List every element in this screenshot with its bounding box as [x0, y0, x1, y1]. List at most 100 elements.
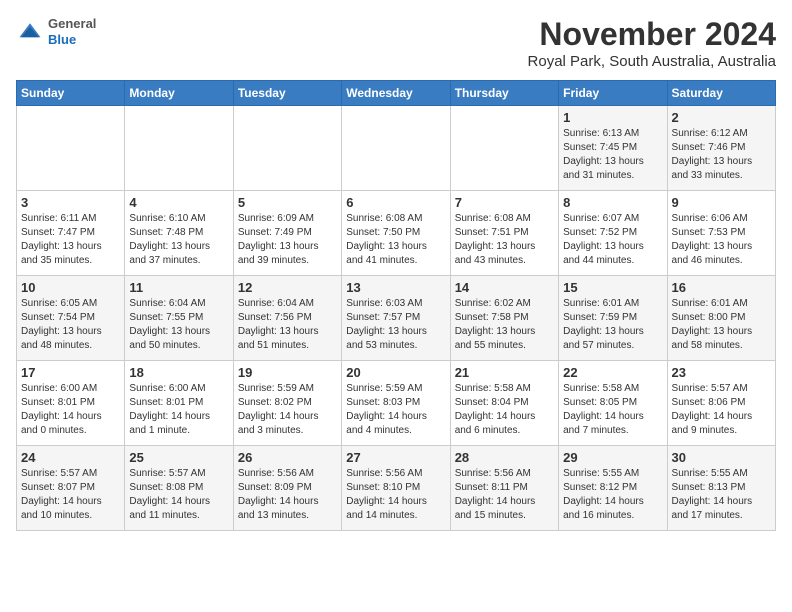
- calendar-cell: 24Sunrise: 5:57 AM Sunset: 8:07 PM Dayli…: [17, 446, 125, 531]
- calendar-cell: 28 Sunrise: 5:56 AM Sunset: 8:11 PM Dayli…: [450, 446, 558, 531]
- calendar-cell: 14 Sunrise: 6:02 AM Sunset: 7:58 PM Dayli…: [450, 276, 558, 361]
- day-info: Sunrise: 6:10 AM Sunset: 7:48 PM Dayligh…: [129, 212, 228, 268]
- weekday-header-monday: Monday: [125, 81, 233, 106]
- day-info: Sunrise: 6:07 AM Sunset: 7:52 PM Dayligh…: [563, 212, 662, 268]
- calendar-cell: [342, 106, 450, 191]
- day-info: Sunrise: 6:01 AM Sunset: 7:59 PM Dayligh…: [563, 297, 662, 353]
- day-info: Sunrise: 5:55 AM Sunset: 8:12 PM Dayligh…: [563, 467, 662, 523]
- title-section: November 2024 Royal Park, South Australi…: [528, 16, 776, 70]
- calendar-cell: 7Sunrise: 6:08 AM Sunset: 7:51 PM Daylig…: [450, 191, 558, 276]
- day-number: 21: [455, 365, 554, 380]
- day-number: 13: [346, 280, 445, 295]
- calendar-cell: [125, 106, 233, 191]
- day-number: 11: [129, 280, 228, 295]
- calendar-cell: 13 Sunrise: 6:03 AM Sunset: 7:57 PM Dayli…: [342, 276, 450, 361]
- day-info: Sunrise: 5:59 AM Sunset: 8:03 PM Dayligh…: [346, 382, 445, 438]
- day-info: Sunrise: 6:02 AM Sunset: 7:58 PM Dayligh…: [455, 297, 554, 353]
- day-number: 15: [563, 280, 662, 295]
- day-info: Sunrise: 6:00 AM Sunset: 8:01 PM Dayligh…: [21, 382, 120, 438]
- calendar-week-1: 1 Sunrise: 6:13 AM Sunset: 7:45 PM Daylig…: [17, 106, 776, 191]
- calendar-cell: 16Sunrise: 6:01 AM Sunset: 8:00 PM Dayli…: [667, 276, 775, 361]
- day-number: 9: [672, 195, 771, 210]
- calendar-cell: [17, 106, 125, 191]
- day-number: 18: [129, 365, 228, 380]
- calendar-cell: 21 Sunrise: 5:58 AM Sunset: 8:04 PM Dayli…: [450, 361, 558, 446]
- month-year-title: November 2024: [528, 16, 776, 53]
- weekday-header-sunday: Sunday: [17, 81, 125, 106]
- day-number: 20: [346, 365, 445, 380]
- calendar-cell: [450, 106, 558, 191]
- calendar-cell: 12 Sunrise: 6:04 AM Sunset: 7:56 PM Dayli…: [233, 276, 341, 361]
- page-header: General Blue November 2024 Royal Park, S…: [16, 16, 776, 70]
- day-number: 8: [563, 195, 662, 210]
- calendar-cell: 23 Sunrise: 5:57 AM Sunset: 8:06 PM Dayli…: [667, 361, 775, 446]
- day-info: Sunrise: 6:05 AM Sunset: 7:54 PM Dayligh…: [21, 297, 120, 353]
- day-info: Sunrise: 6:04 AM Sunset: 7:55 PM Dayligh…: [129, 297, 228, 353]
- calendar-cell: 15 Sunrise: 6:01 AM Sunset: 7:59 PM Dayli…: [559, 276, 667, 361]
- day-info: Sunrise: 6:12 AM Sunset: 7:46 PM Dayligh…: [672, 127, 771, 183]
- calendar-cell: 3Sunrise: 6:11 AM Sunset: 7:47 PM Daylig…: [17, 191, 125, 276]
- day-number: 12: [238, 280, 337, 295]
- day-info: Sunrise: 5:58 AM Sunset: 8:05 PM Dayligh…: [563, 382, 662, 438]
- day-number: 19: [238, 365, 337, 380]
- day-number: 23: [672, 365, 771, 380]
- logo: General Blue: [16, 16, 96, 47]
- day-info: Sunrise: 5:56 AM Sunset: 8:09 PM Dayligh…: [238, 467, 337, 523]
- day-info: Sunrise: 6:08 AM Sunset: 7:51 PM Dayligh…: [455, 212, 554, 268]
- day-number: 5: [238, 195, 337, 210]
- day-info: Sunrise: 6:09 AM Sunset: 7:49 PM Dayligh…: [238, 212, 337, 268]
- day-info: Sunrise: 6:00 AM Sunset: 8:01 PM Dayligh…: [129, 382, 228, 438]
- calendar-cell: 8 Sunrise: 6:07 AM Sunset: 7:52 PM Daylig…: [559, 191, 667, 276]
- day-number: 26: [238, 450, 337, 465]
- calendar-cell: 22 Sunrise: 5:58 AM Sunset: 8:05 PM Dayli…: [559, 361, 667, 446]
- calendar-week-4: 17Sunrise: 6:00 AM Sunset: 8:01 PM Dayli…: [17, 361, 776, 446]
- day-number: 27: [346, 450, 445, 465]
- logo-icon: [16, 18, 44, 46]
- location-subtitle: Royal Park, South Australia, Australia: [528, 53, 776, 70]
- day-info: Sunrise: 5:56 AM Sunset: 8:11 PM Dayligh…: [455, 467, 554, 523]
- day-info: Sunrise: 6:01 AM Sunset: 8:00 PM Dayligh…: [672, 297, 771, 353]
- day-number: 14: [455, 280, 554, 295]
- day-info: Sunrise: 6:13 AM Sunset: 7:45 PM Dayligh…: [563, 127, 662, 183]
- day-number: 22: [563, 365, 662, 380]
- calendar-cell: 26 Sunrise: 5:56 AM Sunset: 8:09 PM Dayli…: [233, 446, 341, 531]
- calendar-cell: 17Sunrise: 6:00 AM Sunset: 8:01 PM Dayli…: [17, 361, 125, 446]
- day-info: Sunrise: 5:57 AM Sunset: 8:06 PM Dayligh…: [672, 382, 771, 438]
- day-number: 25: [129, 450, 228, 465]
- calendar-cell: 6Sunrise: 6:08 AM Sunset: 7:50 PM Daylig…: [342, 191, 450, 276]
- day-number: 29: [563, 450, 662, 465]
- calendar-cell: 25Sunrise: 5:57 AM Sunset: 8:08 PM Dayli…: [125, 446, 233, 531]
- day-number: 28: [455, 450, 554, 465]
- day-number: 1: [563, 110, 662, 125]
- calendar-cell: 2 Sunrise: 6:12 AM Sunset: 7:46 PM Daylig…: [667, 106, 775, 191]
- day-info: Sunrise: 6:03 AM Sunset: 7:57 PM Dayligh…: [346, 297, 445, 353]
- calendar-cell: 1 Sunrise: 6:13 AM Sunset: 7:45 PM Daylig…: [559, 106, 667, 191]
- day-info: Sunrise: 5:59 AM Sunset: 8:02 PM Dayligh…: [238, 382, 337, 438]
- calendar-week-3: 10 Sunrise: 6:05 AM Sunset: 7:54 PM Dayli…: [17, 276, 776, 361]
- day-info: Sunrise: 5:55 AM Sunset: 8:13 PM Dayligh…: [672, 467, 771, 523]
- calendar-cell: 30 Sunrise: 5:55 AM Sunset: 8:13 PM Dayli…: [667, 446, 775, 531]
- day-info: Sunrise: 6:04 AM Sunset: 7:56 PM Dayligh…: [238, 297, 337, 353]
- weekday-header-tuesday: Tuesday: [233, 81, 341, 106]
- logo-text: General Blue: [48, 16, 96, 47]
- day-info: Sunrise: 5:57 AM Sunset: 8:07 PM Dayligh…: [21, 467, 120, 523]
- calendar-cell: 4Sunrise: 6:10 AM Sunset: 7:48 PM Daylig…: [125, 191, 233, 276]
- calendar-cell: 9 Sunrise: 6:06 AM Sunset: 7:53 PM Daylig…: [667, 191, 775, 276]
- day-info: Sunrise: 6:06 AM Sunset: 7:53 PM Dayligh…: [672, 212, 771, 268]
- calendar-body: 1 Sunrise: 6:13 AM Sunset: 7:45 PM Daylig…: [17, 106, 776, 531]
- weekday-header-friday: Friday: [559, 81, 667, 106]
- calendar-week-2: 3Sunrise: 6:11 AM Sunset: 7:47 PM Daylig…: [17, 191, 776, 276]
- calendar-cell: 19 Sunrise: 5:59 AM Sunset: 8:02 PM Dayli…: [233, 361, 341, 446]
- calendar-cell: [233, 106, 341, 191]
- day-number: 30: [672, 450, 771, 465]
- calendar-header: SundayMondayTuesdayWednesdayThursdayFrid…: [17, 81, 776, 106]
- calendar-week-5: 24Sunrise: 5:57 AM Sunset: 8:07 PM Dayli…: [17, 446, 776, 531]
- day-info: Sunrise: 5:58 AM Sunset: 8:04 PM Dayligh…: [455, 382, 554, 438]
- day-number: 2: [672, 110, 771, 125]
- calendar-cell: 5 Sunrise: 6:09 AM Sunset: 7:49 PM Daylig…: [233, 191, 341, 276]
- day-number: 10: [21, 280, 120, 295]
- day-info: Sunrise: 5:56 AM Sunset: 8:10 PM Dayligh…: [346, 467, 445, 523]
- day-info: Sunrise: 6:08 AM Sunset: 7:50 PM Dayligh…: [346, 212, 445, 268]
- calendar-cell: 29 Sunrise: 5:55 AM Sunset: 8:12 PM Dayli…: [559, 446, 667, 531]
- calendar-cell: 27 Sunrise: 5:56 AM Sunset: 8:10 PM Dayli…: [342, 446, 450, 531]
